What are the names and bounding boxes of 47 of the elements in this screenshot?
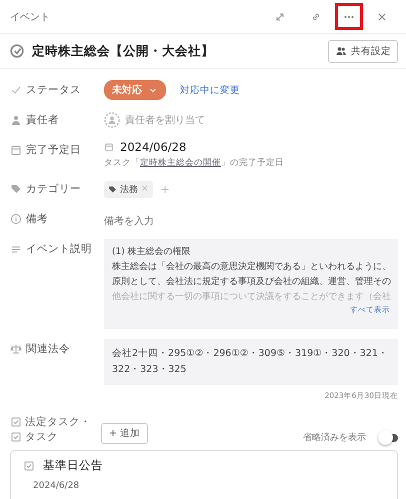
- description-line: 他会社に関する一切の事項について決議をすることができます（会社: [112, 290, 390, 304]
- tag-icon: [10, 183, 22, 195]
- due-date-field[interactable]: 2024/06/28: [104, 140, 398, 154]
- category-tag: 法務 ×: [104, 180, 153, 198]
- share-settings-button[interactable]: 共有設定: [328, 40, 398, 62]
- task-title: 基準日公告: [43, 458, 103, 473]
- due-date-note: タスク「定時株主総会の開催」の完了予定日: [104, 157, 285, 169]
- calendar-icon: [104, 142, 114, 152]
- task-card[interactable]: 基準日公告 2024/6/28: [10, 450, 398, 499]
- more-icon: [344, 14, 354, 18]
- tasks-label: タスク: [25, 430, 58, 444]
- info-icon: [10, 213, 22, 225]
- status-dropdown[interactable]: 未対応: [104, 80, 166, 100]
- description-line: 株主総会は「会社の最高の意思決定機関である」といわれるように、: [112, 260, 390, 274]
- field-label: イベント説明: [26, 242, 92, 256]
- field-label: 完了予定日: [26, 143, 81, 157]
- checkbox-icon: [10, 431, 22, 443]
- field-label: カテゴリー: [26, 182, 81, 196]
- checkbox-icon: [23, 460, 35, 472]
- field-label: 責任者: [26, 113, 59, 127]
- description-line: (1) 株主総会の権限: [112, 246, 192, 259]
- person-icon: [10, 114, 22, 126]
- tasks-label: 法定タスク・: [25, 415, 91, 429]
- check-icon: [10, 84, 22, 96]
- avatar-icon: [104, 112, 120, 128]
- event-icon: [10, 44, 24, 58]
- toggle-label: 省略済みを表示: [303, 432, 366, 444]
- people-icon: [335, 45, 347, 57]
- task-date: 2024/6/28: [33, 481, 80, 491]
- related-laws-text: 会社2十四・295①②・296①②・309⑤・319①・320・321・322・323・325: [112, 348, 388, 375]
- scales-icon: [10, 343, 22, 355]
- event-title: 定時株主総会【公開・大会社】: [32, 42, 215, 60]
- checkbox-icon: [10, 416, 22, 428]
- expand-icon: [274, 10, 286, 22]
- field-label: 備考: [26, 212, 48, 226]
- description-line: 原則として、会社法に規定する事項及び会社の組織、運営、管理その: [112, 276, 390, 289]
- close-icon: [376, 10, 388, 22]
- calendar-icon: [10, 144, 22, 156]
- add-button[interactable]: + 追加: [101, 423, 148, 444]
- field-label: 関連法令: [26, 342, 70, 356]
- task-link[interactable]: 定時株主総会の開催: [140, 158, 221, 168]
- field-label: ステータス: [26, 83, 81, 97]
- owner-field[interactable]: 責任者を割り当て: [104, 110, 398, 130]
- more-button[interactable]: [338, 6, 360, 27]
- tag-icon: [108, 184, 117, 194]
- change-status-link[interactable]: 対応中に変更: [180, 84, 240, 96]
- panel-title: イベント: [10, 10, 51, 24]
